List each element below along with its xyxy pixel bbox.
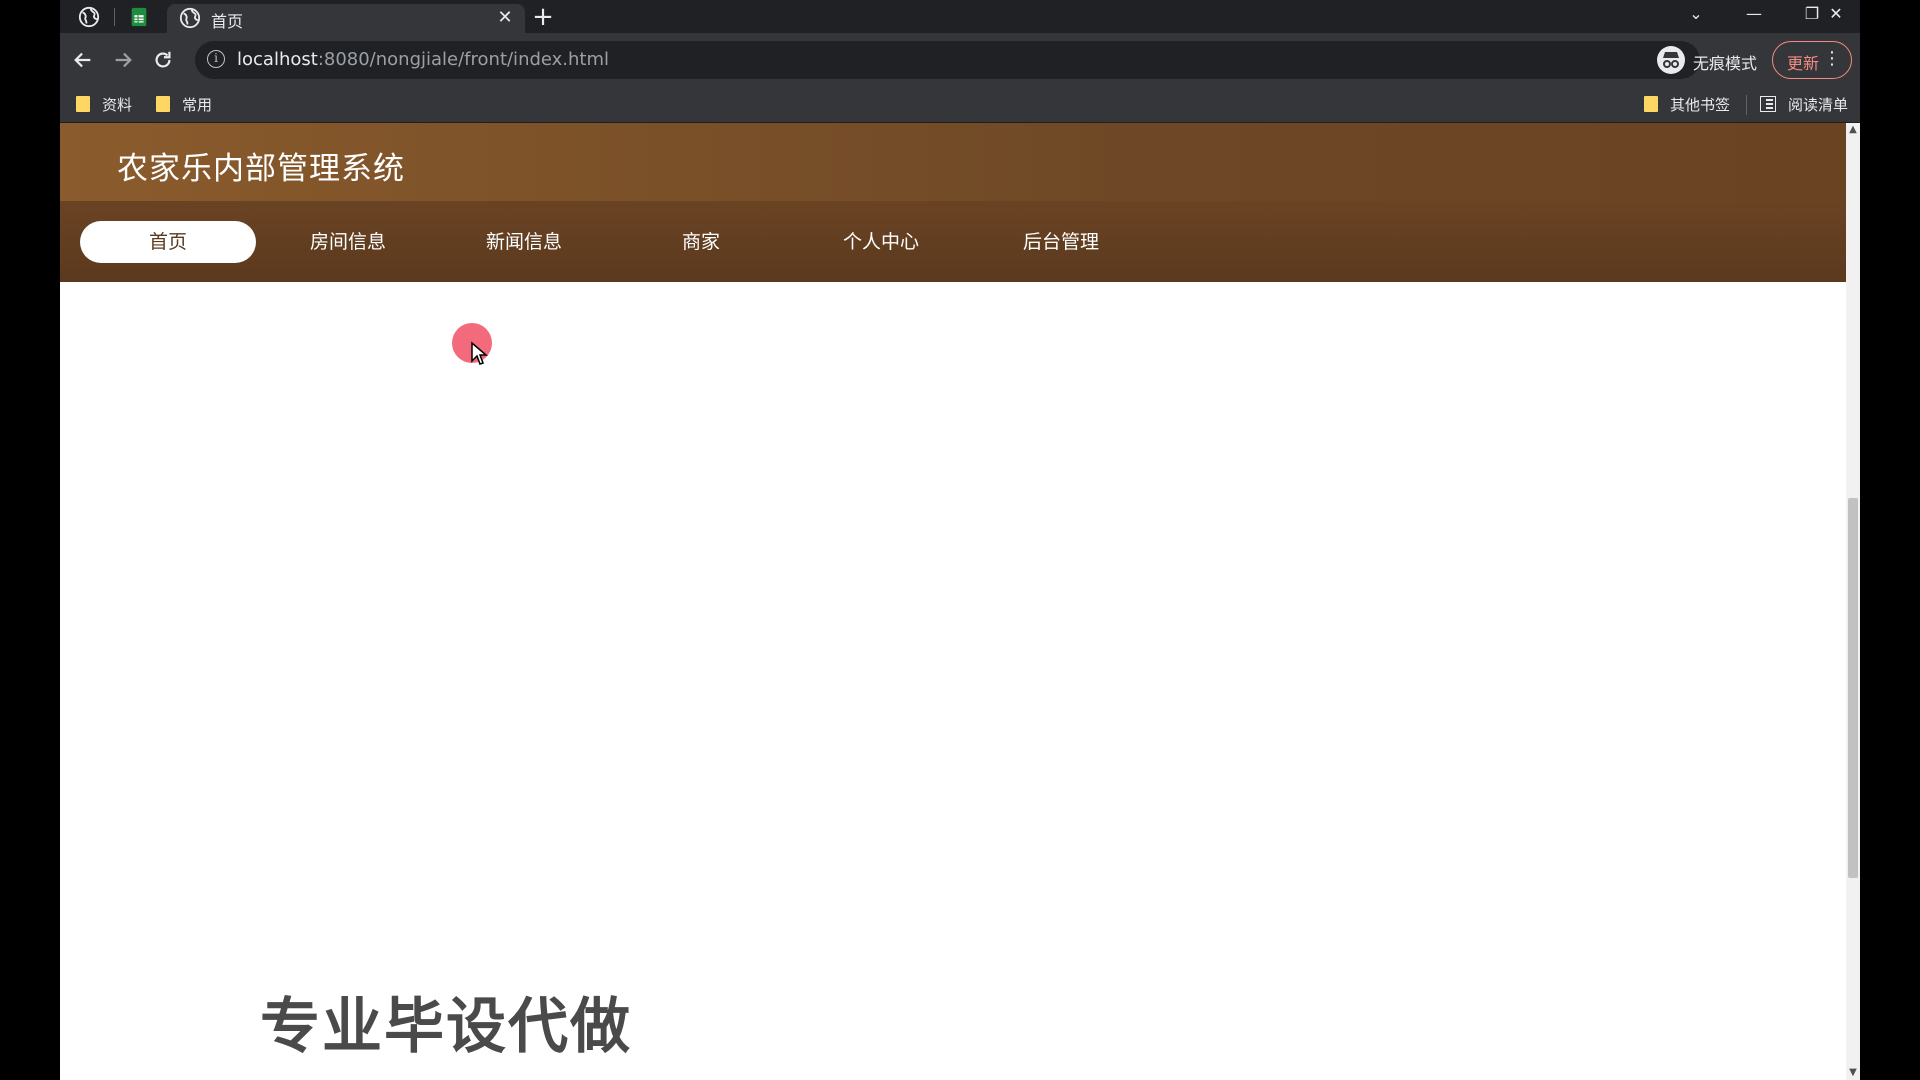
page-viewport: 农家乐内部管理系统 首页 房间信息 新闻信息 商家 个人中心 后台管理 专业毕设…	[60, 123, 1846, 1080]
back-button[interactable]	[68, 45, 98, 75]
bookmark-folder-ziliao[interactable]: 资料	[76, 93, 132, 115]
incognito-indicator[interactable]: 无痕模式	[1657, 43, 1762, 77]
incognito-label: 无痕模式	[1693, 54, 1758, 73]
nav-home[interactable]: 首页	[80, 221, 256, 263]
bookmark-label: 常用	[182, 95, 213, 114]
reading-list-icon	[1760, 96, 1776, 112]
browser-window: 首页 ✕ + ⌄ — ❐ ✕ i localhost:8080/nongjial…	[60, 0, 1860, 1080]
nav-news[interactable]: 新闻信息	[436, 221, 612, 263]
reading-list[interactable]: 阅读清单	[1760, 93, 1848, 115]
cursor-icon	[471, 341, 488, 365]
bookmark-folder-changyong[interactable]: 常用	[156, 93, 212, 115]
nav-profile[interactable]: 个人中心	[793, 221, 969, 263]
site-nav: 首页 房间信息 新闻信息 商家 个人中心 后台管理	[60, 201, 1846, 282]
site-header: 农家乐内部管理系统	[60, 123, 1846, 201]
site-title: 农家乐内部管理系统	[117, 151, 405, 187]
tab-title: 首页	[211, 12, 244, 31]
info-icon[interactable]: i	[207, 50, 225, 68]
url-path: :8080/nongjiale/front/index.html	[317, 49, 610, 70]
incognito-icon	[1657, 46, 1685, 74]
update-label: 更新	[1787, 54, 1820, 73]
url-text[interactable]: localhost:8080/nongjiale/front/index.htm…	[237, 49, 609, 70]
close-icon[interactable]: ✕	[493, 6, 517, 30]
nav-rooms[interactable]: 房间信息	[260, 221, 436, 263]
watermark-text: 专业毕设代做	[260, 992, 632, 1062]
bookmark-label: 其他书签	[1670, 95, 1731, 114]
folder-icon	[76, 96, 90, 112]
menu-dots-icon[interactable]: ⋮	[1823, 47, 1841, 71]
nav-admin[interactable]: 后台管理	[973, 221, 1149, 263]
close-window-icon[interactable]: ✕	[1812, 0, 1860, 28]
scroll-down-icon[interactable]: ▼	[1846, 1066, 1860, 1080]
url-host: localhost	[237, 49, 318, 70]
bookmark-separator	[1746, 95, 1747, 115]
forward-button[interactable]	[108, 45, 138, 75]
nav-merchants[interactable]: 商家	[613, 221, 789, 263]
new-tab-button[interactable]: +	[528, 2, 558, 32]
browser-toolbar: i localhost:8080/nongjiale/front/index.h…	[60, 33, 1860, 87]
tab-home[interactable]: 首页 ✕	[167, 4, 525, 33]
address-bar[interactable]: i localhost:8080/nongjiale/front/index.h…	[195, 41, 1700, 79]
folder-icon	[156, 96, 170, 112]
bookmark-folder-other[interactable]: 其他书签	[1644, 93, 1730, 115]
minimize-icon[interactable]: —	[1726, 0, 1782, 28]
scroll-up-icon[interactable]: ▲	[1846, 123, 1860, 137]
page-scrollbar[interactable]: ▲ ▼	[1846, 123, 1860, 1080]
sheets-icon[interactable]	[128, 6, 150, 28]
bookmark-label: 资料	[102, 95, 133, 114]
globe-icon[interactable]	[78, 6, 100, 28]
bookmarks-bar: 资料 常用 其他书签 阅读清单	[60, 87, 1860, 123]
folder-icon	[1644, 96, 1658, 112]
tab-strip: 首页 ✕ + ⌄ — ❐ ✕	[60, 0, 1860, 33]
globe-icon	[179, 7, 201, 29]
scrollbar-thumb[interactable]	[1848, 498, 1858, 878]
bookmark-label: 阅读清单	[1788, 95, 1849, 114]
tab-search-icon[interactable]: ⌄	[1668, 0, 1724, 28]
tab-separator	[114, 8, 115, 26]
update-button[interactable]: 更新 ⋮	[1772, 41, 1852, 79]
reload-button[interactable]	[148, 45, 178, 75]
